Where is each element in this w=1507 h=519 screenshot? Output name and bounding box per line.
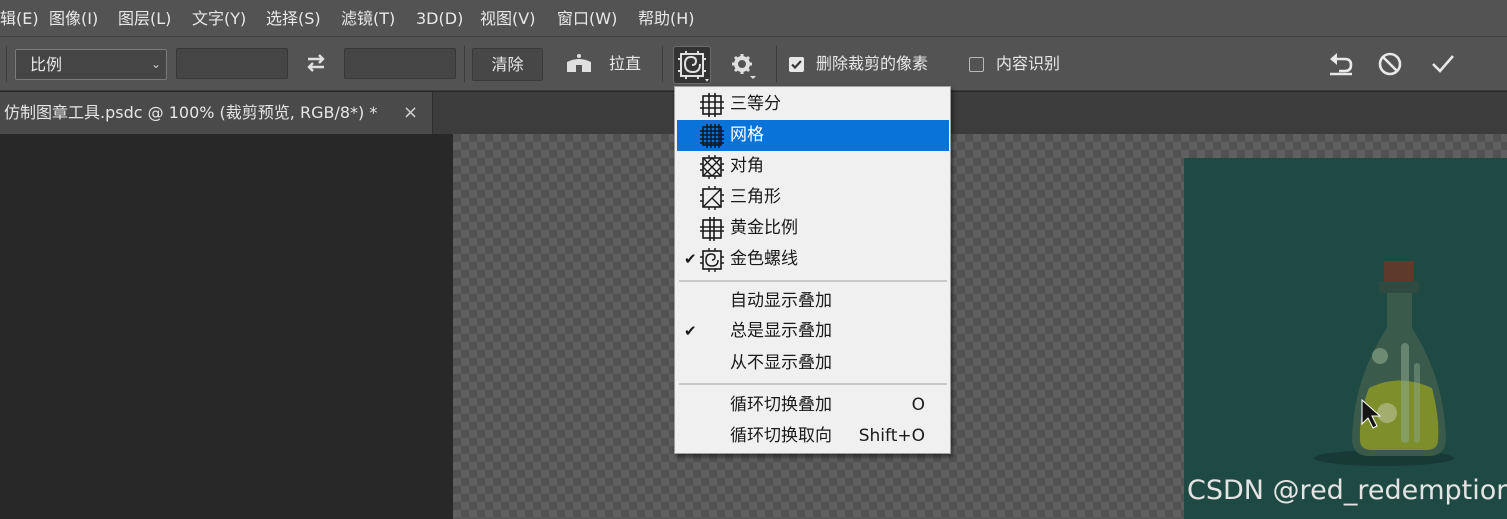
menu-item-cycle-orientation[interactable]: 循环切换取向 Shift+O: [677, 421, 949, 452]
delete-cropped-label: 删除裁剪的像素: [816, 54, 929, 73]
shortcut-label: O: [911, 395, 925, 415]
menu-item-label: 循环切换叠加: [730, 395, 832, 415]
menu-filter[interactable]: 滤镜(T): [341, 0, 395, 37]
menu-item-label: 金色螺线: [730, 249, 798, 269]
menu-item-triangle[interactable]: 三角形: [677, 182, 949, 213]
triangle-icon: [700, 186, 724, 210]
overlay-options-menu: 三等分 网格 对角 三角形 黄金比例 ✔ 金色螺线 自动显示叠加 ✔ 总是显示叠…: [674, 86, 951, 454]
commit-check-icon[interactable]: [1430, 51, 1456, 77]
watermark: CSDN @red_redemption: [1187, 475, 1507, 506]
overlay-options-button[interactable]: [673, 46, 711, 84]
menu-item-cycle-overlay[interactable]: 循环切换叠加 O: [677, 390, 949, 421]
menu-type[interactable]: 文字(Y): [192, 0, 246, 37]
cancel-icon[interactable]: [1377, 51, 1403, 77]
document-tab[interactable]: 仿制图章工具.psdc @ 100% (裁剪预览, RGB/8*) * ×: [0, 92, 433, 134]
potion-bottle-image: [1314, 261, 1454, 466]
golden-spiral-icon: [678, 51, 709, 82]
menu-select[interactable]: 选择(S): [266, 0, 321, 37]
ratio-select-value: 比例: [30, 55, 63, 74]
menu-item-label: 总是显示叠加: [730, 321, 832, 341]
clear-button[interactable]: 清除: [472, 48, 543, 81]
close-icon[interactable]: ×: [403, 92, 418, 134]
menu-item-thirds[interactable]: 三等分: [677, 89, 949, 120]
shortcut-label: Shift+O: [858, 426, 925, 446]
checkmark-icon: ✔: [684, 250, 697, 268]
reset-icon[interactable]: [1327, 51, 1355, 77]
golden-ratio-icon: [700, 217, 724, 241]
straighten-label: 拉直: [609, 54, 642, 73]
golden-spiral-icon: [700, 248, 724, 272]
menu-item-label: 网格: [730, 125, 764, 145]
menu-image[interactable]: 图像(I): [49, 0, 98, 37]
menu-item-golden-spiral[interactable]: ✔ 金色螺线: [677, 244, 949, 275]
ratio-select[interactable]: 比例 ⌄: [15, 49, 167, 80]
menu-view[interactable]: 视图(V): [480, 0, 535, 37]
options-separator: [6, 46, 7, 82]
gear-icon[interactable]: [731, 53, 757, 79]
document-tab-title: 仿制图章工具.psdc @ 100% (裁剪预览, RGB/8*) *: [4, 103, 378, 122]
width-ratio-input[interactable]: [176, 48, 288, 79]
menu-item-label: 自动显示叠加: [730, 291, 832, 311]
menu-item-always-show-overlay[interactable]: ✔ 总是显示叠加: [677, 316, 949, 347]
check-icon: [791, 60, 802, 70]
workspace-background: [0, 134, 453, 519]
straighten-icon[interactable]: [565, 52, 593, 76]
options-separator: [662, 46, 663, 82]
delete-cropped-checkbox[interactable]: [789, 57, 804, 72]
menu-item-grid[interactable]: 网格: [677, 120, 949, 151]
options-separator: [464, 46, 465, 82]
height-ratio-input[interactable]: [344, 48, 456, 79]
chevron-down-icon: ⌄: [150, 57, 161, 71]
menu-3d[interactable]: 3D(D): [416, 0, 463, 37]
swap-icon[interactable]: [304, 51, 328, 75]
diagonal-icon: [700, 155, 724, 179]
menu-item-label: 循环切换取向: [730, 426, 832, 446]
menu-item-label: 黄金比例: [730, 218, 798, 238]
menu-item-label: 从不显示叠加: [730, 353, 832, 373]
options-separator: [776, 46, 777, 82]
menu-separator: [679, 383, 947, 385]
menu-separator: [679, 280, 947, 282]
content-aware-checkbox[interactable]: [969, 57, 984, 72]
menu-item-label: 对角: [730, 156, 764, 176]
menu-item-auto-show-overlay[interactable]: 自动显示叠加: [677, 286, 949, 317]
canvas-image[interactable]: [1184, 158, 1507, 519]
menu-help[interactable]: 帮助(H): [638, 0, 695, 37]
grid-icon: [700, 124, 724, 148]
menu-edit[interactable]: 辑(E): [0, 0, 39, 37]
menu-layer[interactable]: 图层(L): [118, 0, 171, 37]
content-aware-label: 内容识别: [996, 54, 1061, 73]
menu-item-never-show-overlay[interactable]: 从不显示叠加: [677, 348, 949, 379]
thirds-grid-icon: [700, 93, 724, 117]
menu-item-label: 三角形: [730, 187, 781, 207]
options-bar: 比例 ⌄ 清除 拉直 删除裁剪的像素 内容识别: [0, 37, 1507, 91]
menu-window[interactable]: 窗口(W): [557, 0, 617, 37]
checkmark-icon: ✔: [684, 322, 697, 340]
menu-item-label: 三等分: [730, 94, 781, 114]
menu-item-diagonal[interactable]: 对角: [677, 151, 949, 182]
menu-item-golden-ratio[interactable]: 黄金比例: [677, 213, 949, 244]
menu-bar: 辑(E) 图像(I) 图层(L) 文字(Y) 选择(S) 滤镜(T) 3D(D)…: [0, 0, 1507, 37]
